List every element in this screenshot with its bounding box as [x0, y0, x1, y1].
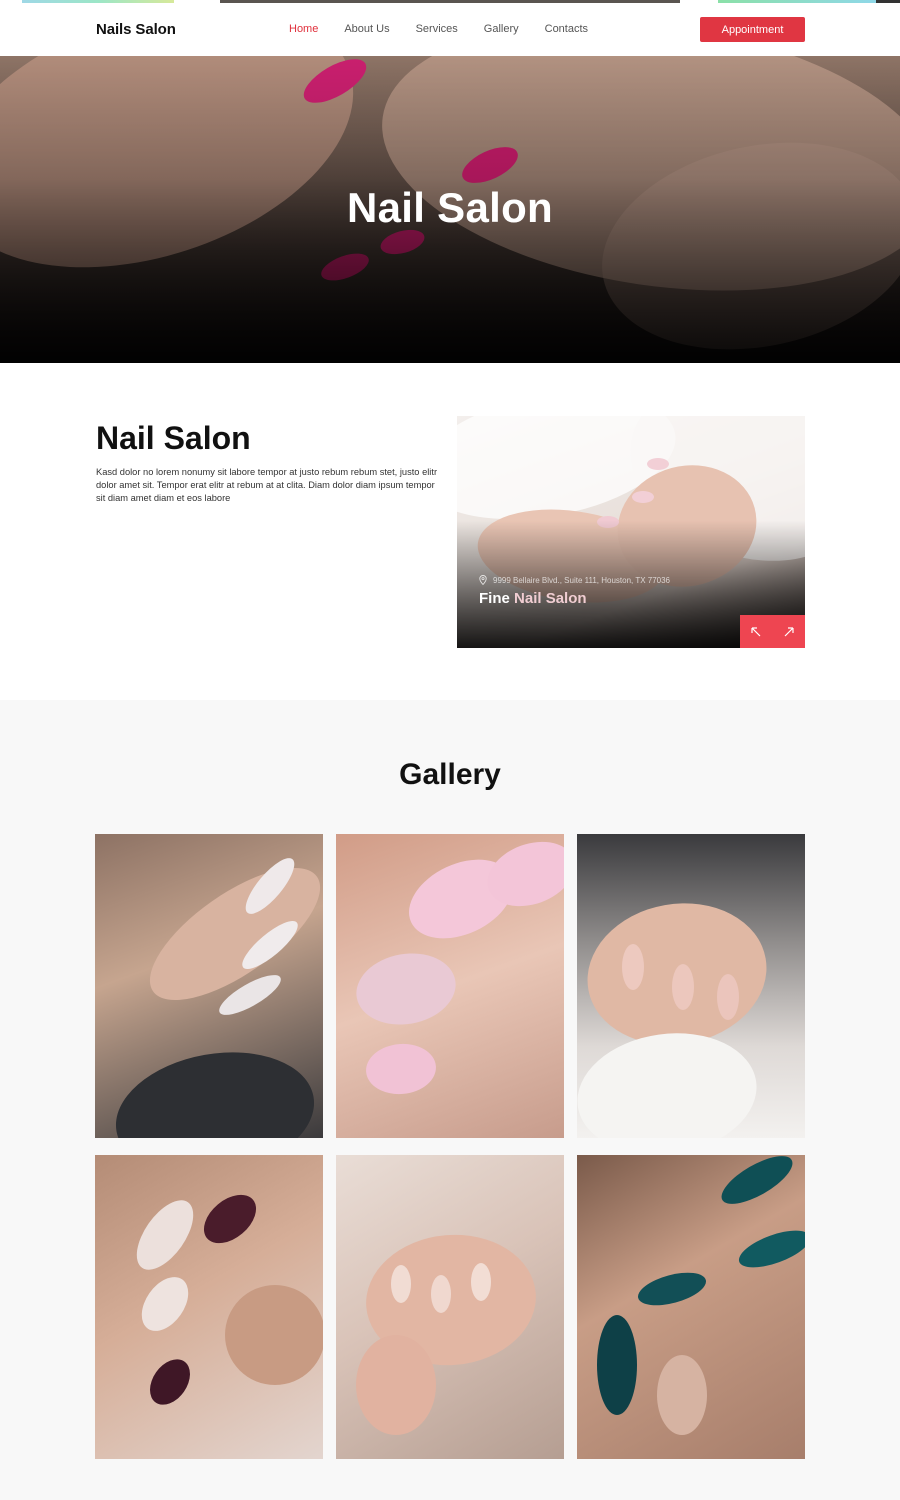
location-name-accent: Nail Salon	[514, 590, 587, 607]
gallery-image-1[interactable]	[95, 834, 323, 1138]
site-header: Nails Salon Home About Us Services Galle…	[0, 3, 900, 56]
location-address-text: 9999 Bellaire Blvd., Suite 111, Houston,…	[493, 575, 671, 585]
card-controls	[740, 615, 805, 648]
gallery-title: Gallery	[399, 758, 501, 791]
main-nav: Home About Us Services Gallery Contacts	[289, 23, 588, 35]
location-name-first: Fine	[479, 590, 510, 607]
gallery-section: Gallery	[0, 700, 900, 1500]
nav-home[interactable]: Home	[289, 23, 318, 35]
nav-about-us[interactable]: About Us	[344, 23, 389, 35]
hero-title: Nail Salon	[346, 184, 554, 231]
location-name: Fine Nail Salon	[479, 590, 587, 607]
nav-gallery[interactable]: Gallery	[484, 23, 519, 35]
site-logo[interactable]: Nails Salon	[96, 21, 176, 38]
gallery-image-3[interactable]	[577, 834, 805, 1138]
map-pin-icon	[479, 575, 487, 585]
gallery-image-2[interactable]	[336, 834, 564, 1138]
about-description: Kasd dolor no lorem nonumy sit labore te…	[96, 467, 438, 503]
gallery-image-4[interactable]	[95, 1155, 323, 1459]
arrow-up-left-icon[interactable]	[740, 615, 773, 648]
gallery-image-5[interactable]	[336, 1155, 564, 1459]
nav-services[interactable]: Services	[416, 23, 458, 35]
gallery-image-6[interactable]	[577, 1155, 805, 1459]
arrow-up-right-icon[interactable]	[773, 615, 806, 648]
location-address: 9999 Bellaire Blvd., Suite 111, Houston,…	[479, 575, 670, 585]
hero-banner: Nail Salon	[0, 56, 900, 363]
nav-contacts[interactable]: Contacts	[545, 23, 588, 35]
about-title: Nail Salon	[96, 420, 251, 456]
location-card[interactable]: 9999 Bellaire Blvd., Suite 111, Houston,…	[457, 416, 805, 648]
appointment-button[interactable]: Appointment	[700, 17, 805, 42]
